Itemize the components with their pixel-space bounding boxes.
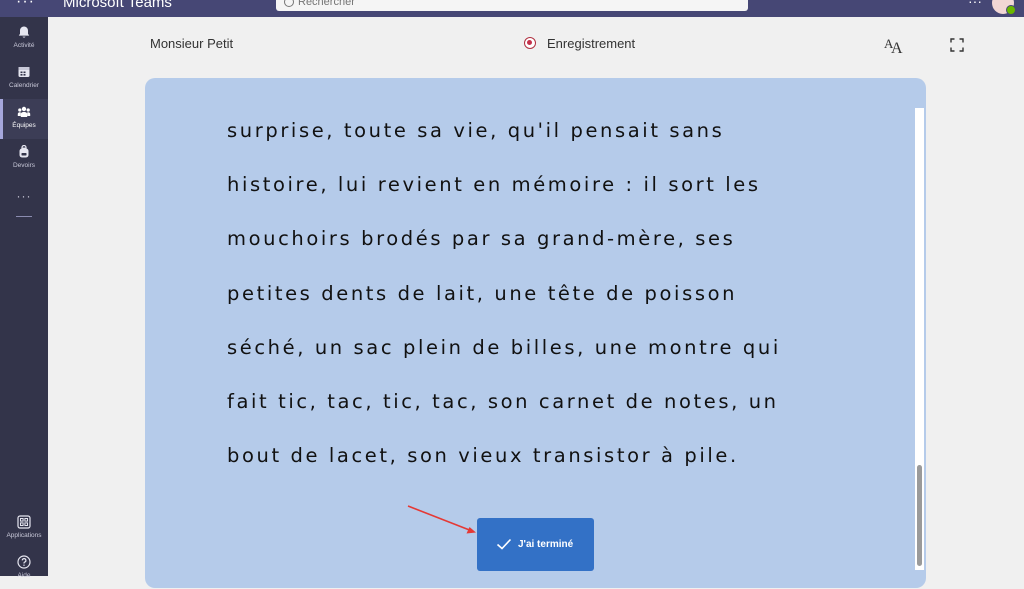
rail-item-label: Applications: [6, 532, 42, 539]
search-input[interactable]: [298, 0, 728, 11]
speaker-name: Monsieur Petit: [150, 36, 234, 51]
apps-icon: [17, 515, 31, 529]
fullscreen-icon[interactable]: [950, 38, 964, 52]
avatar[interactable]: [992, 0, 1016, 15]
rail-item-label: Équipes: [12, 122, 36, 129]
text-line: surprise, toute sa vie, qu'il pensait sa…: [227, 119, 725, 142]
rail-item-calendar[interactable]: Calendrier: [0, 59, 48, 99]
backpack-icon: [19, 145, 29, 158]
app-launcher-icon[interactable]: ···: [16, 0, 35, 11]
text-line: mouchoirs brodés par sa grand-mère, ses: [227, 227, 736, 251]
recording-label: Enregistrement: [547, 36, 636, 51]
reading-text: surprise, toute sa vie, qu'il pensait sa…: [227, 104, 867, 483]
search-icon: [284, 0, 294, 7]
app-title: Microsoft Teams: [63, 0, 172, 11]
more-apps-icon[interactable]: ···: [0, 189, 48, 203]
settings-more-icon[interactable]: ···: [968, 0, 982, 9]
rail-item-teams[interactable]: Équipes: [0, 99, 48, 139]
text-size-button[interactable]: A A: [884, 36, 906, 57]
text-line: petites dents de lait, une tête de poiss…: [227, 281, 738, 305]
help-icon: [17, 555, 31, 569]
presence-status-icon: [1006, 5, 1016, 15]
text-line: fait tic, tac, tic, tac, son carnet de n…: [227, 389, 779, 413]
teams-icon: [17, 106, 31, 117]
rail-item-activity[interactable]: Activité: [0, 19, 48, 59]
app-rail: Activité Calendrier Équipes Devoirs ···: [0, 17, 48, 579]
annotation-arrow-icon: [407, 505, 476, 534]
calendar-icon: [18, 67, 30, 77]
rail-item-apps[interactable]: Applications: [0, 509, 48, 549]
rail-divider: [16, 216, 32, 217]
done-button-label: J'ai terminé: [518, 539, 574, 550]
rail-item-label: Activité: [13, 42, 35, 49]
rail-item-help[interactable]: Aide: [0, 549, 48, 589]
text-line: séché, un sac plein de billes, une montr…: [227, 335, 781, 359]
text-line: histoire, lui revient en mémoire : il so…: [227, 173, 761, 197]
rail-item-label: Calendrier: [9, 82, 39, 89]
checkmark-icon: [496, 538, 512, 550]
title-bar: ··· Microsoft Teams ···: [0, 0, 1024, 17]
done-button[interactable]: J'ai terminé: [477, 518, 594, 571]
search-box[interactable]: [276, 0, 748, 11]
rail-item-assignments[interactable]: Devoirs: [0, 139, 48, 179]
text-line: bout de lacet, son vieux transistor à pi…: [227, 444, 739, 468]
reading-panel: surprise, toute sa vie, qu'il pensait sa…: [145, 78, 926, 588]
reader-header: Monsieur Petit Enregistrement A A: [48, 17, 1024, 72]
rail-item-label: Devoirs: [12, 162, 36, 169]
scrollbar-thumb[interactable]: [917, 465, 922, 566]
scrollbar[interactable]: [915, 108, 924, 570]
record-icon[interactable]: [524, 37, 536, 49]
bell-icon: [18, 26, 30, 38]
text-size-icon-large: A: [891, 40, 903, 57]
